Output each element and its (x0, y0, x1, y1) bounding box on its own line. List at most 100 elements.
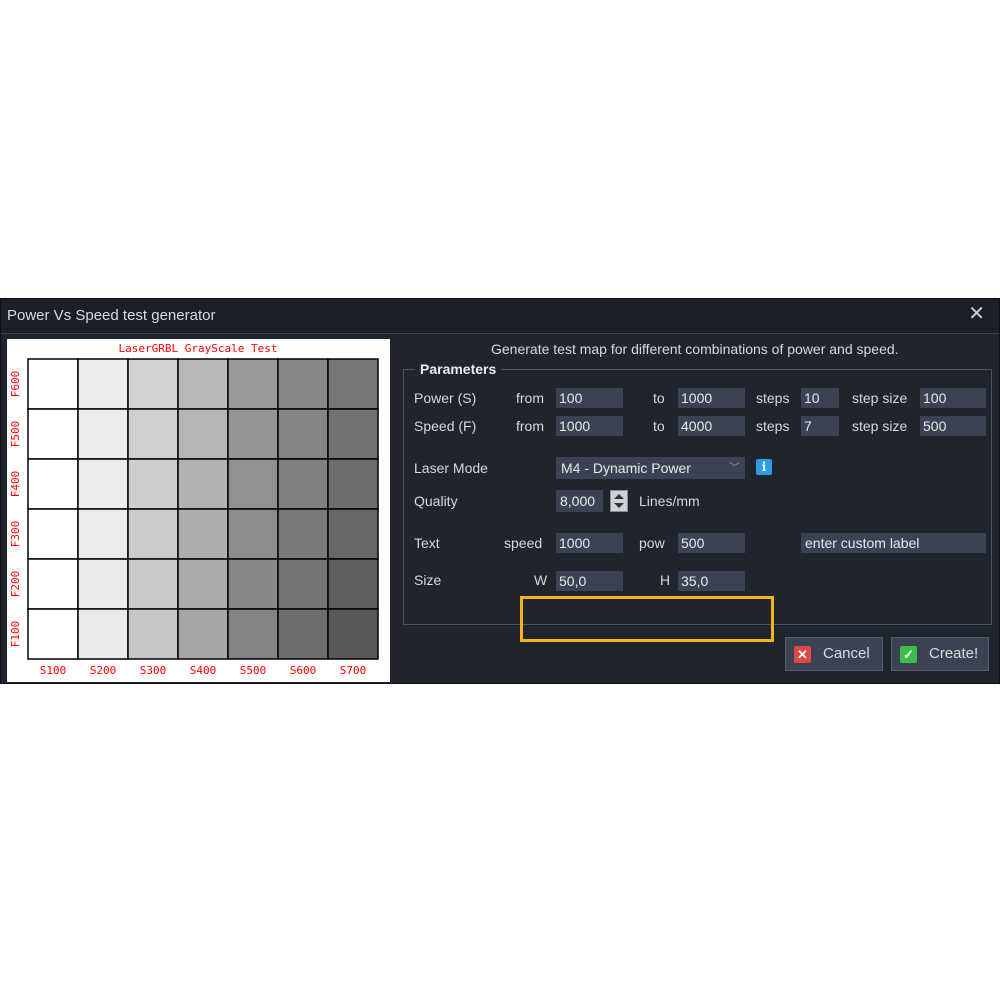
power-from-label: from (516, 390, 544, 406)
close-icon[interactable]: ✕ (968, 304, 985, 324)
size-label: Size (414, 572, 442, 588)
cancel-label: Cancel (823, 645, 870, 662)
column-label: S500 (240, 664, 267, 677)
power-steps-input[interactable]: 10 (801, 388, 839, 408)
preview-title: LaserGRBL GrayScale Test (119, 342, 278, 355)
grid-cell (177, 558, 229, 610)
create-label: Create! (929, 645, 979, 662)
speed-label: Speed (F) (414, 418, 477, 434)
speed-steps-input[interactable]: 7 (801, 416, 839, 436)
speed-step-size-input[interactable]: 500 (920, 416, 986, 436)
grid-cell (127, 508, 179, 560)
grid-cell (127, 408, 179, 460)
grid-cell (27, 358, 79, 410)
grid-cell (177, 458, 229, 510)
quality-stepper[interactable] (610, 490, 628, 512)
settings-panel: Generate test map for different combinat… (401, 333, 999, 683)
grid-cell (177, 358, 229, 410)
size-width-input[interactable]: 50,0 (556, 571, 623, 591)
check-icon: ✓ (900, 646, 917, 663)
size-h-label: H (660, 572, 671, 588)
grid-cell (327, 508, 379, 560)
grid-cell (327, 458, 379, 510)
description-text: Generate test map for different combinat… (491, 341, 899, 357)
grid-cell (27, 608, 79, 660)
speed-step-size-label: step size (852, 418, 908, 434)
grid-cell (227, 508, 279, 560)
grid-cell (77, 558, 129, 610)
grid-cell (27, 408, 79, 460)
row-label: F600 (9, 371, 22, 398)
arrow-up-icon[interactable] (614, 494, 624, 499)
power-speed-dialog: Power Vs Speed test generator ✕ LaserGRB… (0, 298, 1000, 684)
text-speed-input[interactable]: 1000 (556, 533, 623, 553)
grid-cell (127, 608, 179, 660)
grid-cell (277, 358, 329, 410)
grid-cell (177, 508, 229, 560)
speed-from-input[interactable]: 1000 (556, 416, 623, 436)
grid-cell (177, 408, 229, 460)
grid-cell (177, 608, 229, 660)
laser-mode-select[interactable]: M4 - Dynamic Power ﹀ (556, 457, 745, 479)
text-speed-label: speed (504, 535, 543, 551)
grid-cell (227, 458, 279, 510)
create-button[interactable]: ✓ Create! (891, 637, 989, 671)
grid-cell (277, 458, 329, 510)
speed-from-label: from (516, 418, 544, 434)
size-highlight-box (520, 596, 774, 642)
grid-cell (277, 558, 329, 610)
size-w-label: W (534, 572, 548, 588)
grid-cell (277, 408, 329, 460)
preview-grid: LaserGRBL GrayScale Test F600 F500 F400 F300… (9, 342, 379, 677)
custom-label-input[interactable]: enter custom label (801, 533, 986, 553)
text-pow-label: pow (639, 535, 665, 551)
text-label: Text (414, 535, 440, 551)
info-icon[interactable]: i (756, 459, 772, 475)
cancel-icon: ✕ (794, 646, 811, 663)
grid-cell (27, 458, 79, 510)
power-step-size-label: step size (852, 390, 908, 406)
grid-cell (127, 558, 179, 610)
grid-cell (327, 558, 379, 610)
grid-cell (127, 358, 179, 410)
quality-input[interactable]: 8,000 (556, 490, 603, 512)
grid-cell (327, 608, 379, 660)
row-label: F500 (9, 421, 22, 448)
grid-cell (77, 508, 129, 560)
grid-cell (277, 608, 329, 660)
speed-steps-label: steps (756, 418, 790, 434)
grid-cell (27, 558, 79, 610)
grid-cell (277, 508, 329, 560)
quality-label: Quality (414, 493, 458, 509)
grid-cell (327, 408, 379, 460)
window-title: Power Vs Speed test generator (7, 307, 216, 324)
quality-unit-label: Lines/mm (639, 493, 700, 509)
grid-cell (77, 458, 129, 510)
column-label: S100 (40, 664, 67, 677)
grid-cell (327, 358, 379, 410)
column-label: S600 (290, 664, 317, 677)
power-label: Power (S) (414, 390, 477, 406)
column-label: S700 (340, 664, 367, 677)
row-label: F200 (9, 571, 22, 598)
size-height-input[interactable]: 35,0 (678, 571, 745, 591)
power-to-input[interactable]: 1000 (678, 388, 745, 408)
power-step-size-input[interactable]: 100 (920, 388, 986, 408)
grid-cell (27, 508, 79, 560)
column-label: S400 (190, 664, 217, 677)
laser-mode-label: Laser Mode (414, 460, 488, 476)
row-label: F100 (9, 621, 22, 648)
power-from-input[interactable]: 100 (556, 388, 623, 408)
column-label: S300 (140, 664, 167, 677)
grayscale-test-preview: LaserGRBL GrayScale Test F600 F500 F400 F300… (7, 339, 390, 682)
text-pow-input[interactable]: 500 (678, 533, 745, 553)
arrow-down-icon[interactable] (614, 503, 624, 508)
speed-to-input[interactable]: 4000 (678, 416, 745, 436)
cancel-button[interactable]: ✕ Cancel (785, 637, 883, 671)
grid-cell (127, 458, 179, 510)
grid-cell (77, 358, 129, 410)
power-to-label: to (653, 390, 665, 406)
grid-cell (227, 408, 279, 460)
row-label: F300 (9, 521, 22, 548)
parameters-title: Parameters (415, 361, 502, 377)
